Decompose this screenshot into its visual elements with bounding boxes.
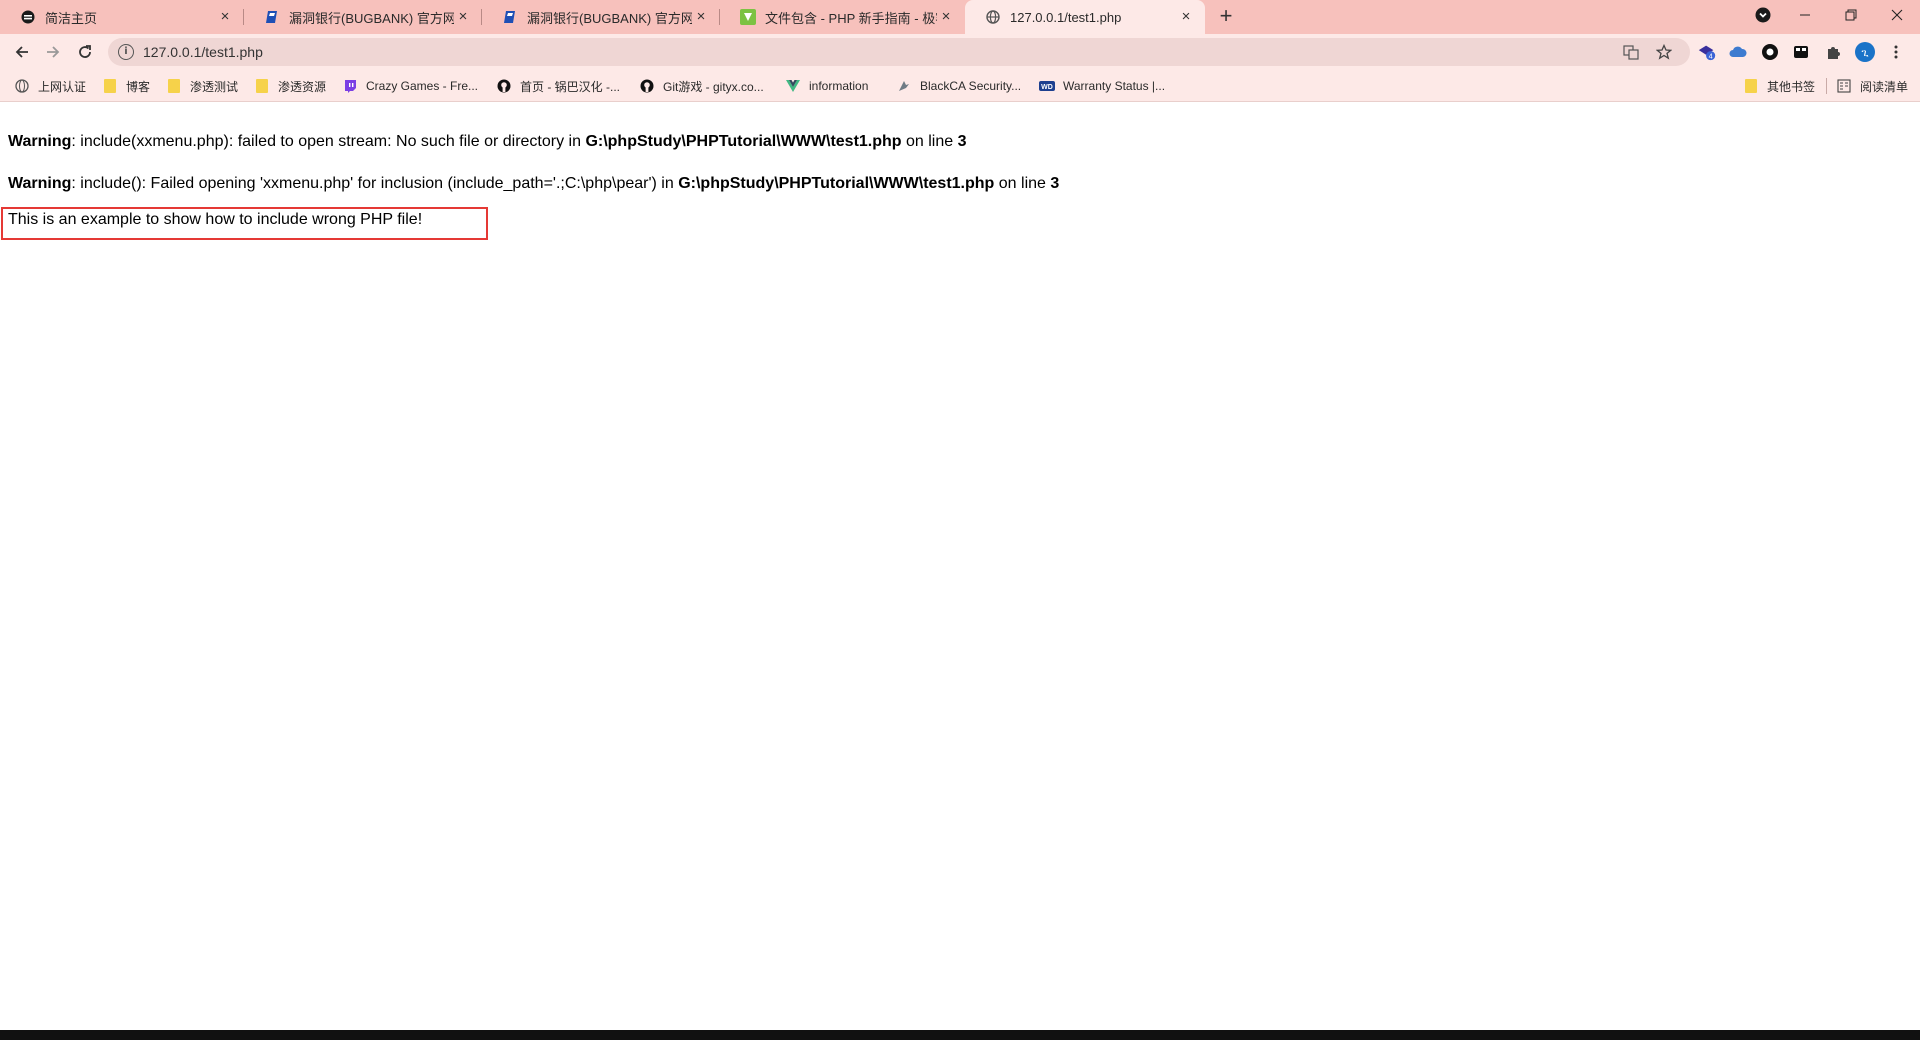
taskbar-edge — [0, 1030, 1920, 1040]
tab-close-icon[interactable]: × — [1177, 8, 1195, 26]
tab-close-icon[interactable]: × — [216, 8, 234, 26]
tab-manager-extension-icon[interactable] — [1791, 42, 1811, 62]
bugbank-favicon-icon — [264, 9, 280, 25]
bookmark-label: Warranty Status |... — [1063, 79, 1166, 93]
cloud-extension-icon[interactable] — [1728, 42, 1748, 62]
tab-4-active[interactable]: 127.0.0.1/test1.php × — [965, 0, 1205, 34]
tab-title: 漏洞银行(BUGBANK) 官方网站 | — [527, 10, 692, 26]
folder-icon — [254, 78, 270, 94]
tab-title: 简洁主页 — [45, 10, 98, 26]
reading-list-button[interactable]: 阅读清单 — [1836, 77, 1908, 95]
warning-line-number: 3 — [1050, 175, 1060, 192]
github-icon — [639, 78, 655, 94]
tab-3[interactable]: 文件包含 - PHP 新手指南 - 极客 × — [720, 0, 965, 34]
page-content: Warning: include(xxmenu.php): failed to … — [0, 103, 1920, 1030]
jikexueyuan-favicon-icon — [740, 9, 756, 25]
github-icon — [496, 78, 512, 94]
browser-toolbar: i 127.0.0.1/test1.php 4 ጊ — [0, 34, 1920, 70]
address-bar[interactable]: i 127.0.0.1/test1.php — [108, 38, 1690, 66]
bookmark-item[interactable]: 上网认证 — [14, 77, 86, 95]
new-tab-button[interactable]: + — [1214, 5, 1238, 28]
minimize-icon[interactable] — [1782, 0, 1828, 30]
globe-favicon-icon — [985, 9, 1001, 25]
tab-title: 文件包含 - PHP 新手指南 - 极客 — [765, 10, 937, 26]
extension-badge-count: 4 — [1709, 51, 1713, 60]
close-window-icon[interactable] — [1874, 0, 1920, 30]
warning-on-line: on line — [994, 175, 1051, 192]
circle-extension-icon[interactable] — [1760, 42, 1780, 62]
tab-title: 127.0.0.1/test1.php — [1010, 9, 1122, 25]
warning-message: : include(): Failed opening 'xxmenu.php'… — [71, 175, 679, 192]
php-warning-1: Warning: include(xxmenu.php): failed to … — [8, 133, 967, 151]
bookmark-item[interactable]: information — [785, 77, 868, 95]
bookmark-item[interactable]: 首页 - 锅巴汉化 -... — [496, 77, 620, 95]
vue-icon — [785, 78, 801, 94]
back-icon[interactable] — [9, 40, 35, 64]
svg-text:WD: WD — [1041, 84, 1053, 91]
other-bookmarks-label: 其他书签 — [1767, 79, 1816, 94]
tab-search-icon[interactable] — [1740, 0, 1786, 30]
shield-favicon-icon — [20, 9, 36, 25]
bookmark-label: 首页 - 锅巴汉化 -... — [520, 79, 620, 94]
bird-icon — [896, 78, 912, 94]
extension-badge-icon[interactable]: 4 — [1697, 42, 1717, 62]
bookmark-item[interactable]: Git游戏 - gityx.co... — [639, 77, 764, 95]
bookmark-star-icon[interactable] — [1655, 43, 1673, 62]
translate-icon[interactable] — [1622, 44, 1640, 62]
bookmark-label: information — [809, 79, 869, 93]
bugbank-favicon-icon — [502, 9, 518, 25]
tab-title: 漏洞银行(BUGBANK) 官方网站 | — [289, 10, 454, 26]
bookmark-label: 上网认证 — [38, 79, 87, 94]
site-info-icon[interactable]: i — [118, 44, 134, 60]
reload-icon[interactable] — [72, 40, 98, 64]
extensions-puzzle-icon[interactable] — [1823, 42, 1843, 62]
reading-list-label: 阅读清单 — [1860, 79, 1909, 94]
reading-list-icon — [1836, 78, 1852, 94]
tab-2[interactable]: 漏洞银行(BUGBANK) 官方网站 | × — [482, 0, 720, 34]
bookmark-label: Crazy Games - Fre... — [366, 79, 479, 93]
php-warning-2: Warning: include(): Failed opening 'xxme… — [8, 175, 1059, 193]
forward-icon[interactable] — [40, 40, 66, 64]
other-bookmarks-folder[interactable]: 其他书签 — [1743, 77, 1815, 95]
profile-initial: ጊ — [1861, 46, 1868, 59]
tab-close-icon[interactable]: × — [454, 8, 472, 26]
tab-0[interactable]: 简洁主页 × — [0, 0, 244, 34]
address-url: 127.0.0.1/test1.php — [143, 44, 263, 60]
tab-close-icon[interactable]: × — [937, 8, 955, 26]
bookmark-label: BlackCA Security... — [920, 79, 1022, 93]
bookmark-label: Git游戏 - gityx.co... — [663, 79, 764, 94]
bookmark-label: 渗透资源 — [278, 79, 327, 94]
folder-icon — [102, 78, 118, 94]
tab-1[interactable]: 漏洞银行(BUGBANK) 官方网站 | × — [244, 0, 482, 34]
warning-path: G:\phpStudy\PHPTutorial\WWW\test1.php — [585, 133, 902, 150]
example-output-text: This is an example to show how to includ… — [8, 211, 423, 228]
bookmarks-bar: 上网认证 博客 渗透测试 渗透资源 Crazy Games - Fre... 首… — [0, 70, 1920, 102]
warning-label: Warning — [8, 133, 72, 150]
wd-icon: WD — [1039, 78, 1055, 94]
bookmark-label: 渗透测试 — [190, 79, 239, 94]
folder-icon — [1743, 78, 1759, 94]
bookmark-folder[interactable]: 博客 — [102, 77, 150, 95]
bookmark-item[interactable]: WD Warranty Status |... — [1039, 77, 1165, 95]
globe-icon — [14, 78, 30, 94]
warning-label: Warning — [8, 175, 72, 192]
folder-icon — [166, 78, 182, 94]
warning-line-number: 3 — [957, 133, 967, 150]
warning-path: G:\phpStudy\PHPTutorial\WWW\test1.php — [678, 175, 995, 192]
restore-icon[interactable] — [1828, 0, 1874, 30]
bookmark-folder[interactable]: 渗透测试 — [166, 77, 238, 95]
bookmark-label: 博客 — [126, 79, 151, 94]
twitch-icon — [342, 78, 358, 94]
bookmark-item[interactable]: BlackCA Security... — [896, 77, 1021, 95]
menu-kebab-icon[interactable] — [1886, 42, 1906, 62]
warning-message: : include(xxmenu.php): failed to open st… — [71, 133, 586, 150]
tab-strip: 简洁主页 × 漏洞银行(BUGBANK) 官方网站 | × 漏洞银行(BUGBA… — [0, 0, 1920, 34]
tab-close-icon[interactable]: × — [692, 8, 710, 26]
bookmark-item[interactable]: Crazy Games - Fre... — [342, 77, 478, 95]
bookmarks-divider — [1826, 78, 1827, 94]
bookmark-folder[interactable]: 渗透资源 — [254, 77, 326, 95]
profile-avatar[interactable]: ጊ — [1855, 42, 1875, 62]
warning-on-line: on line — [901, 133, 958, 150]
